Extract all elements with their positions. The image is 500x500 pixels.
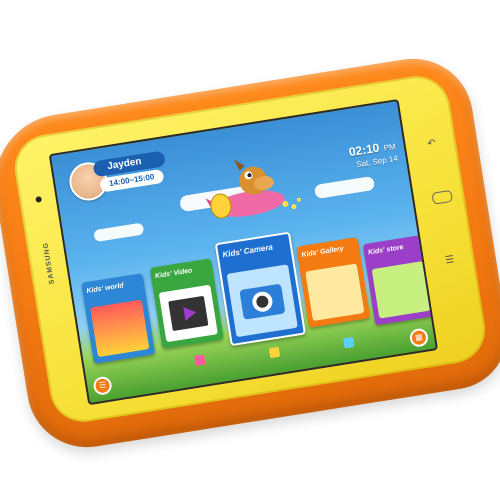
menu-icon[interactable]: ☰	[444, 254, 455, 266]
home-button-icon[interactable]	[431, 189, 454, 205]
front-camera	[35, 196, 43, 203]
gift-icon	[194, 354, 206, 366]
clock-widget: 02:10 PM Sat, Sep 14	[348, 136, 398, 170]
brand-logo: SAMSUNG	[42, 241, 56, 285]
kids-world-icon	[90, 299, 150, 358]
app-label: Kids' Gallery	[301, 245, 345, 259]
cloud	[313, 175, 376, 200]
apps-grid-icon[interactable]: ▦	[408, 327, 430, 348]
list-icon[interactable]: ☰	[92, 375, 113, 397]
gallery-icon	[305, 263, 365, 322]
gift-icon	[343, 336, 355, 349]
kids-mode-screen: Jayden 14:00~15:00 02:10 PM Sat, Sep 14	[48, 98, 439, 406]
app-tile-kids-world[interactable]: Kids' world	[81, 273, 156, 364]
cloud	[93, 222, 145, 243]
app-tile-kids-gallery[interactable]: Kids' Gallery	[296, 237, 371, 328]
profile-card[interactable]: Jayden 14:00~15:00	[66, 146, 181, 204]
clock-ampm: PM	[383, 141, 397, 153]
store-monster-icon	[371, 261, 431, 319]
app-tile-kids-camera[interactable]: Kids' Camera	[214, 231, 307, 347]
camera-icon	[226, 264, 298, 338]
app-tile-kids-video[interactable]: Kids' Video	[149, 258, 224, 349]
gift-icon	[268, 346, 281, 359]
app-tile-kids-store[interactable]: Kids' store	[362, 234, 437, 326]
app-label: Kids' Video	[154, 267, 193, 281]
app-label: Kids' world	[86, 282, 125, 296]
video-play-icon	[158, 284, 218, 343]
back-arrow-icon[interactable]: ↶	[427, 138, 437, 150]
mascot-plane-illustration	[205, 159, 301, 219]
app-label: Kids' store	[367, 244, 405, 257]
app-label: Kids' Camera	[221, 242, 274, 260]
product-photo-scene: SAMSUNG ↶ ☰ Jayden 14:00~15:00 02:10 PM …	[0, 0, 500, 500]
